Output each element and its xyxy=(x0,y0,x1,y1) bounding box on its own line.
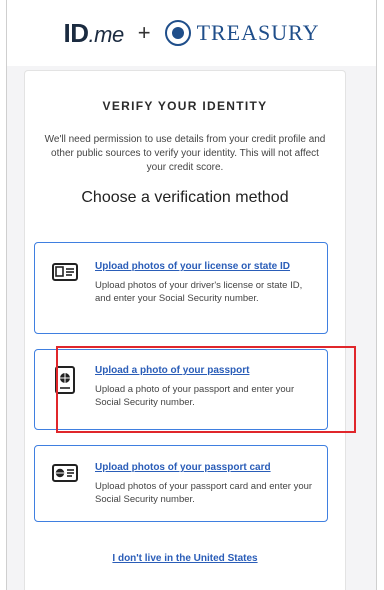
intro-text: We'll need permission to use details fro… xyxy=(44,134,326,173)
treasury-logo: TREASURY xyxy=(164,20,320,46)
brand-bar: ID.me + TREASURY xyxy=(64,18,320,49)
header: ID.me + TREASURY xyxy=(7,0,376,66)
treasury-label: TREASURY xyxy=(196,20,320,45)
passport-card-icon xyxy=(52,464,78,482)
option-passport-card-description: Upload photos of your passport card and … xyxy=(95,481,313,505)
option-passport-card-link[interactable]: Upload photos of your passport card xyxy=(95,461,313,474)
option-license-id-description: Upload photos of your driver's license o… xyxy=(95,280,303,304)
idme-logo: ID.me xyxy=(63,17,125,48)
id-card-icon xyxy=(52,263,78,281)
not-in-us-link[interactable]: I don't live in the United States xyxy=(24,553,346,564)
option-passport-description: Upload a photo of your passport and ente… xyxy=(95,384,295,408)
choose-heading: Choose a verification method xyxy=(81,189,289,206)
option-license-id-link[interactable]: Upload photos of your license or state I… xyxy=(95,260,313,273)
treasury-seal-icon xyxy=(164,20,191,46)
option-license-id[interactable]: Upload photos of your license or state I… xyxy=(34,242,328,334)
plus-sign: + xyxy=(137,20,151,45)
page-title: VERIFY YOUR IDENTITY xyxy=(102,99,268,113)
option-passport-card[interactable]: Upload photos of your passport card Uplo… xyxy=(34,445,328,522)
option-passport[interactable]: Upload a photo of your passport Upload a… xyxy=(34,349,328,430)
option-passport-link[interactable]: Upload a photo of your passport xyxy=(95,364,313,377)
passport-icon xyxy=(55,366,75,394)
